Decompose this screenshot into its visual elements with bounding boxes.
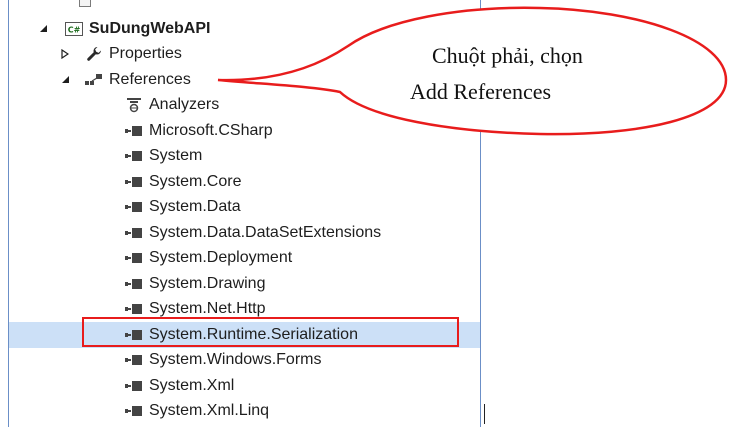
tree-item[interactable]: System.Drawing	[9, 271, 480, 297]
assembly-reference-icon	[125, 199, 143, 215]
tree-item-label: System	[149, 147, 203, 165]
svg-text:C#: C#	[68, 25, 81, 34]
tree-item-label: System.Core	[149, 172, 242, 190]
tree-item-label: System.Drawing	[149, 274, 266, 292]
references-icon	[85, 72, 103, 88]
tree-item-label: References	[109, 70, 191, 88]
tree-item-label: System.Net.Http	[149, 300, 266, 318]
wrench-icon	[85, 46, 103, 62]
assembly-reference-icon	[125, 225, 143, 241]
tree-item[interactable]: System.Core	[9, 169, 480, 195]
tree-item-label: System.Xml	[149, 376, 235, 394]
tree-item[interactable]: Microsoft.CSharp	[9, 118, 480, 144]
assembly-reference-icon	[125, 352, 143, 368]
tree-item[interactable]: System.Deployment	[9, 246, 480, 272]
tree-item[interactable]: System.Xml	[9, 373, 480, 399]
expand-triangle-icon[interactable]	[37, 22, 49, 36]
assembly-reference-icon	[125, 403, 143, 419]
tree-item-label: Properties	[109, 45, 182, 63]
tree-item-label: System.Runtime.Serialization	[149, 325, 358, 343]
tree-item-label: Analyzers	[149, 96, 220, 114]
tree-item-label: System.Deployment	[149, 249, 293, 267]
tree-item[interactable]: System.Data.DataSetExtensions	[9, 220, 480, 246]
assembly-reference-icon	[125, 327, 143, 343]
scroll-stub	[79, 0, 91, 7]
assembly-reference-icon	[125, 148, 143, 164]
csharp-project-icon: C#	[65, 21, 83, 37]
tree-item-label: System.Windows.Forms	[149, 351, 322, 369]
tree-item[interactable]: System	[9, 144, 480, 170]
tree-item[interactable]: System.Net.Http	[9, 297, 480, 323]
tree-item[interactable]: System.Windows.Forms	[9, 348, 480, 374]
assembly-reference-icon	[125, 276, 143, 292]
tree-item[interactable]: System.Xml.Linq	[9, 399, 480, 425]
tree-item-label: SuDungWebAPI	[89, 19, 211, 37]
callout-line-2: Add References	[410, 79, 552, 104]
tree-item[interactable]: System.Runtime.Serialization	[9, 322, 480, 348]
callout-line-1: Chuột phải, chọn	[432, 43, 583, 68]
callout-text: Chuột phải, chọn Add References	[396, 38, 696, 110]
expand-triangle-icon[interactable]	[59, 73, 71, 87]
tree-item[interactable]: System.Data	[9, 195, 480, 221]
assembly-reference-icon	[125, 378, 143, 394]
collapse-triangle-icon[interactable]	[59, 47, 71, 61]
assembly-reference-icon	[125, 123, 143, 139]
text-cursor	[484, 404, 485, 424]
assembly-reference-icon	[125, 250, 143, 266]
tree-item-label: System.Data	[149, 198, 241, 216]
assembly-reference-icon	[125, 301, 143, 317]
analyzers-icon	[125, 97, 143, 113]
assembly-reference-icon	[125, 174, 143, 190]
tree-item-label: System.Xml.Linq	[149, 402, 270, 420]
tree-item-label: Microsoft.CSharp	[149, 121, 273, 139]
tree-item-label: System.Data.DataSetExtensions	[149, 223, 382, 241]
